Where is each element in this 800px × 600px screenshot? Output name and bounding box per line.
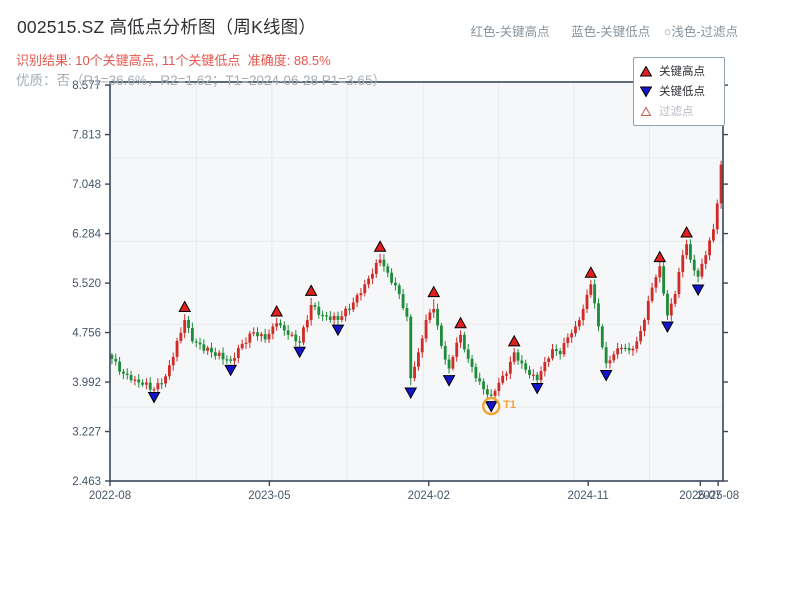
x-axis: 2022-08 2023-05 2024-02 2024-11 2025-072025-… bbox=[89, 481, 739, 502]
candle bbox=[451, 354, 455, 371]
x-tick-label: 2022-08 bbox=[89, 490, 131, 502]
candle bbox=[439, 322, 443, 349]
y-tick-label: 4.756 bbox=[72, 328, 101, 340]
candle bbox=[662, 262, 666, 297]
y-tick-label: 3.992 bbox=[72, 377, 101, 389]
y-tick-label: 7.813 bbox=[72, 130, 101, 142]
legend-item-filtered: 过滤点 bbox=[640, 101, 718, 121]
y-tick-label: 6.284 bbox=[72, 229, 101, 241]
legend-item-high: 关键高点 bbox=[640, 61, 718, 81]
chart-legend-box: 关键高点关键低点过滤点 bbox=[633, 57, 725, 126]
high-marker-icon bbox=[640, 65, 652, 76]
legend-item-low: 关键低点 bbox=[640, 81, 718, 101]
filtered-marker-icon bbox=[640, 105, 652, 116]
candle bbox=[600, 324, 604, 350]
x-tick-label: 2024-11 bbox=[567, 490, 608, 502]
low-marker-icon bbox=[640, 86, 652, 97]
candle bbox=[677, 267, 681, 299]
candle bbox=[715, 199, 719, 235]
candle bbox=[462, 331, 466, 353]
y-tick-label: 2.463 bbox=[72, 476, 101, 488]
candle bbox=[719, 160, 723, 209]
x-tick-label: 2025-08 bbox=[697, 490, 739, 502]
x-tick-label: 2023-05 bbox=[248, 490, 290, 502]
y-tick-label: 7.048 bbox=[72, 179, 101, 191]
legend-item-label: 关键高点 bbox=[659, 66, 705, 78]
t1-annotation-label: T1 bbox=[503, 399, 516, 411]
plot-area bbox=[110, 82, 723, 481]
quality-assessment-text: 优质：否（R1=36.6%，R2=1.62；T1=2024-06-28 P1=3… bbox=[16, 73, 386, 88]
x-tick-label: 2024-02 bbox=[408, 490, 450, 502]
legend-item-label: 关键低点 bbox=[659, 86, 705, 98]
candle bbox=[409, 314, 413, 386]
candle bbox=[302, 325, 305, 346]
y-tick-label: 5.520 bbox=[72, 278, 101, 290]
y-tick-label: 3.227 bbox=[72, 427, 101, 439]
legend-item-label: 过滤点 bbox=[659, 106, 694, 118]
